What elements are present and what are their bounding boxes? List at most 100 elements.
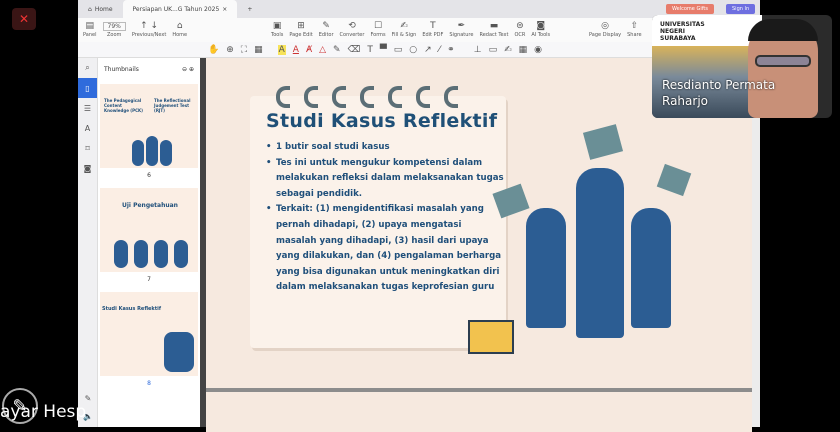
participant-video-tile[interactable]: UNIVERSITAS NEGERI SURABAYA Resdianto Pe…: [652, 15, 832, 118]
student-figure: [154, 240, 168, 268]
grid-icon: ⊞: [297, 21, 305, 31]
close-icon[interactable]: ×: [222, 6, 227, 13]
participant-name: Resdianto Permata Raharjo: [662, 78, 776, 108]
hand-icon[interactable]: ✋: [208, 45, 219, 55]
thumbnail-page-7[interactable]: Uji Pengetahuan: [100, 188, 198, 272]
presenter-name: ayar Hesp: [0, 402, 87, 422]
tool-ocr[interactable]: ⊜ OCR: [514, 21, 525, 39]
ocr-icon: ⊜: [516, 21, 524, 31]
student-figure: [576, 168, 624, 338]
signature-icon[interactable]: ✍: [504, 45, 512, 55]
link-icon[interactable]: ⚭: [447, 45, 455, 55]
student-figure: [160, 140, 172, 166]
pencil-icon[interactable]: ✎: [333, 45, 341, 55]
tool-edit-pdf[interactable]: T Edit PDF: [422, 21, 443, 39]
new-tab-button[interactable]: +: [237, 0, 262, 18]
tool-converter[interactable]: ⟲ Converter: [340, 22, 365, 39]
redact-icon: ▬: [489, 21, 499, 31]
tool-redact[interactable]: ▬ Redact Text: [479, 21, 508, 39]
notepad-rings: [276, 86, 458, 108]
arrow-icon[interactable]: ↗: [424, 45, 432, 55]
student-figure: [174, 240, 188, 268]
page-number: 6: [147, 172, 151, 179]
tool-tools[interactable]: ▣ Tools: [271, 21, 283, 39]
circle-icon[interactable]: ○: [409, 45, 417, 55]
ocr-select-icon[interactable]: ▦: [254, 45, 263, 55]
squiggly-icon[interactable]: △: [319, 45, 326, 55]
marquee-icon[interactable]: ⛶: [241, 45, 247, 55]
tab-document[interactable]: Persiapan UK...G Tahun 2025 ×: [122, 0, 238, 18]
thumbnail-page-8[interactable]: Studi Kasus Reflektif: [100, 292, 198, 376]
student-figure: [526, 208, 566, 328]
book-illustration: [582, 124, 624, 160]
bullet-item: Tes ini untuk mengukur kompetensi dalam …: [264, 156, 504, 203]
select-icon[interactable]: ⊕: [226, 45, 234, 55]
camera-icon[interactable]: ◙: [78, 158, 97, 178]
panel-button[interactable]: ▤ Panel: [83, 21, 97, 39]
sign-in-button[interactable]: Sign In: [726, 4, 756, 14]
next-slide-page: [206, 392, 752, 432]
page-display-icon: ◎: [601, 21, 609, 31]
thumbnails-icon[interactable]: ▯: [78, 78, 97, 98]
zoom-control[interactable]: 79% Zoom: [102, 22, 126, 38]
bullet-list: 1 butir soal studi kasus Tes ini untuk m…: [264, 140, 504, 296]
notepad-card: Studi Kasus Reflektif 1 butir soal studi…: [250, 96, 506, 348]
underline-icon[interactable]: A: [293, 45, 299, 55]
line-icon[interactable]: ⁄: [439, 45, 441, 55]
text-box-icon[interactable]: T: [367, 45, 373, 55]
text-icon: T: [430, 21, 436, 31]
tool-editor[interactable]: ✎ Editor: [319, 21, 334, 39]
tool-page-edit[interactable]: ⊞ Page Edit: [289, 21, 312, 39]
slide-title: Studi Kasus Reflektif: [266, 110, 498, 132]
toolbox-icon: ▣: [272, 21, 282, 31]
participant-glasses: [755, 55, 811, 67]
rectangle-icon[interactable]: ▭: [394, 45, 403, 55]
bullet-item: 1 butir soal studi kasus: [264, 140, 504, 156]
participant-hair: [748, 19, 818, 41]
comment-icon[interactable]: ▀: [380, 45, 387, 55]
students-illustration: [164, 332, 194, 372]
search-icon[interactable]: ⌕: [78, 58, 97, 78]
tool-signature[interactable]: ✒ Signature: [449, 21, 473, 39]
table-icon[interactable]: ▦: [519, 45, 528, 55]
home-button[interactable]: ⌂ Home: [172, 22, 187, 39]
eraser-icon[interactable]: ⌫: [348, 45, 361, 55]
edit-icon: ✎: [322, 21, 330, 31]
page-number: 8: [147, 380, 151, 387]
tab-home[interactable]: ⌂ Home: [78, 0, 123, 18]
book-illustration: [656, 163, 692, 197]
tool-ai[interactable]: ◙ AI Tools: [531, 21, 550, 39]
stamp-icon[interactable]: ⊥: [474, 45, 482, 55]
strikethrough-icon[interactable]: Ⱥ: [306, 45, 312, 55]
eye-icon[interactable]: ◉: [534, 45, 542, 55]
arrow-up-down-icon: ↑ ↓: [140, 21, 159, 31]
page-display-button[interactable]: ◎ Page Display: [589, 21, 621, 39]
student-figure: [146, 136, 158, 166]
panel-icon: ▤: [85, 21, 94, 31]
page-number: 7: [147, 276, 151, 283]
thumbnails-title: Thumbnails: [104, 65, 139, 73]
university-logo-text: UNIVERSITAS NEGERI SURABAYA: [660, 21, 705, 42]
share-button[interactable]: ⇧ Share: [627, 22, 641, 39]
highlight-icon[interactable]: A: [277, 44, 286, 55]
thumbnail-page-6[interactable]: The Pedagogical Content Knowledge (PCK) …: [100, 84, 198, 168]
previous-next-button[interactable]: ↑ ↓ Previous/Next: [132, 21, 166, 39]
sign-icon: ✍: [400, 21, 408, 31]
ai-icon: ◙: [536, 21, 546, 31]
welcome-gifts-badge[interactable]: Welcome Gifts: [666, 4, 714, 14]
student-figure: [114, 240, 128, 268]
zoom-select[interactable]: 79%: [102, 22, 126, 31]
thumbnail-zoom-icons[interactable]: ⊖ ⊕: [182, 66, 194, 73]
outline-icon[interactable]: ☰: [78, 98, 97, 118]
mic-muted-icon[interactable]: ✕: [12, 8, 36, 30]
certificate-illustration: [468, 320, 514, 354]
image-icon[interactable]: ▭: [489, 45, 498, 55]
bookmark-icon[interactable]: ⌑: [78, 138, 97, 158]
thumbnails-panel: Thumbnails ⊖ ⊕ The Pedagogical Content Kn…: [98, 58, 200, 427]
pen-icon: ✒: [457, 21, 466, 31]
fonts-icon[interactable]: A: [78, 118, 97, 138]
student-figure: [631, 208, 671, 328]
tool-forms[interactable]: ☐ Forms: [370, 22, 385, 39]
tool-fill-sign[interactable]: ✍ Fill & Sign: [392, 21, 417, 39]
side-rail: ⌕ ▯ ☰ A ⌑ ◙ ✎ 🔈: [78, 58, 98, 427]
